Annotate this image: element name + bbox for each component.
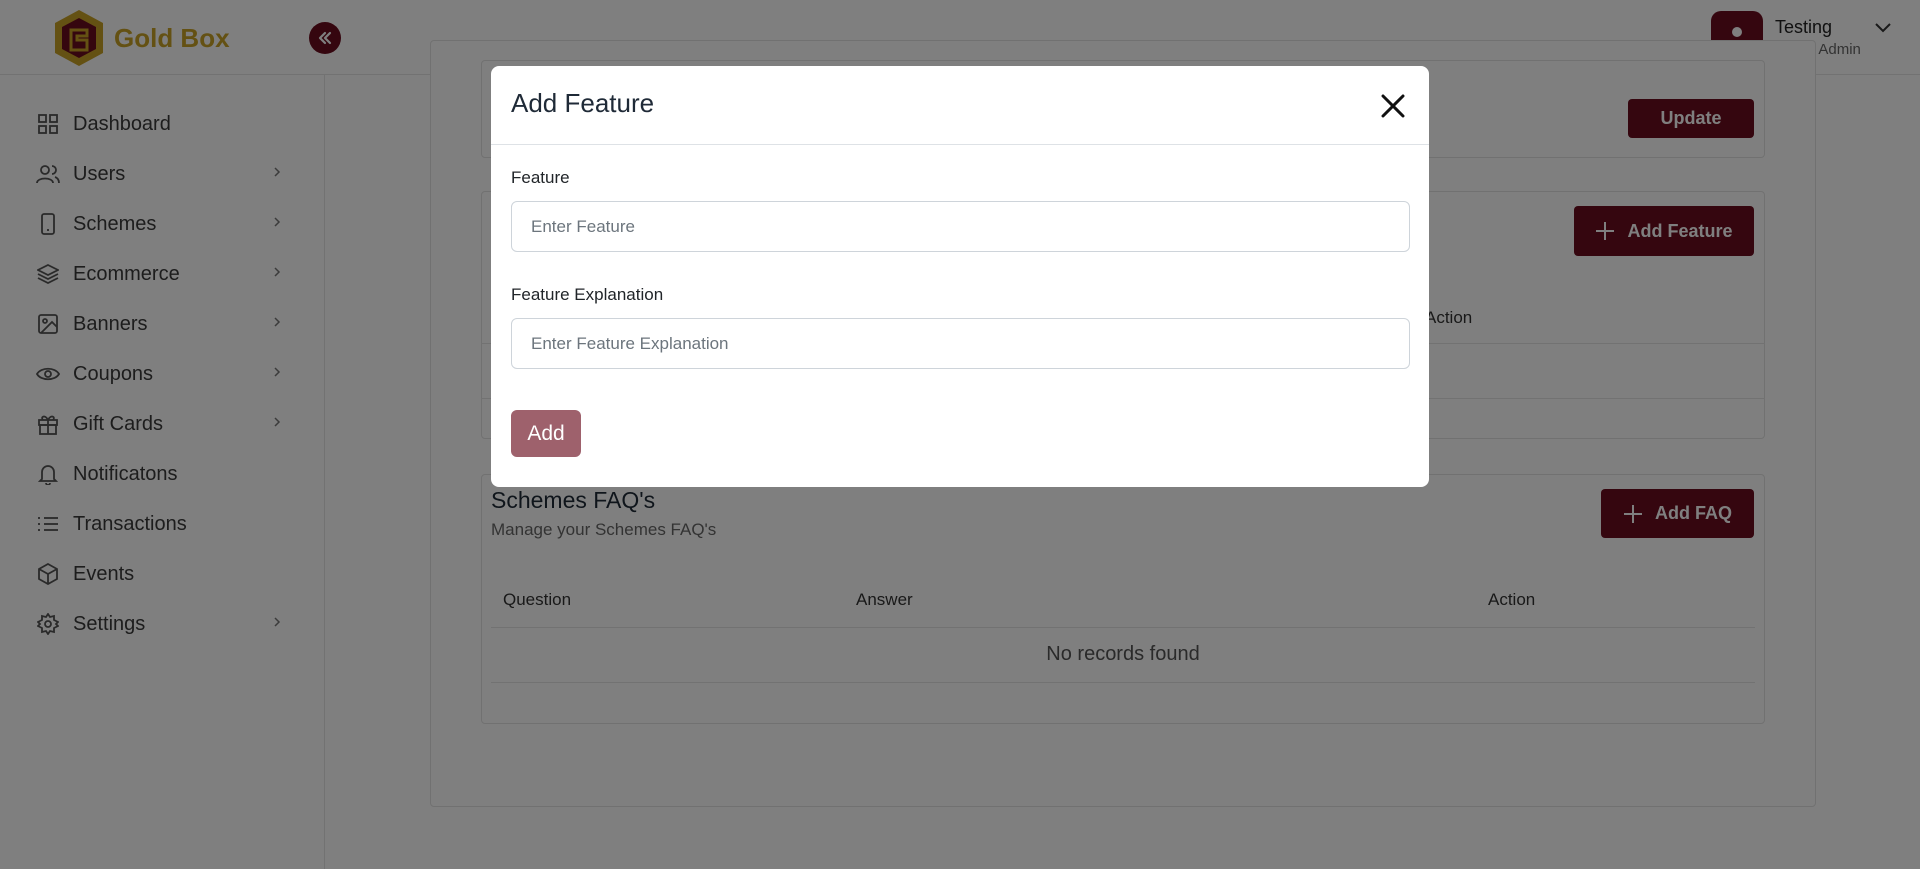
add-button[interactable]: Add	[511, 410, 581, 457]
modal-title: Add Feature	[511, 88, 655, 118]
feature-label: Feature	[511, 168, 570, 187]
modal-header: Add Feature	[491, 66, 1429, 145]
feature-input[interactable]	[511, 201, 1410, 252]
add-feature-modal: Add Feature Feature Feature Explanation …	[491, 66, 1429, 487]
feature-explanation-label: Feature Explanation	[511, 285, 664, 304]
feature-explanation-input[interactable]	[511, 318, 1410, 369]
close-icon[interactable]	[1380, 93, 1406, 119]
